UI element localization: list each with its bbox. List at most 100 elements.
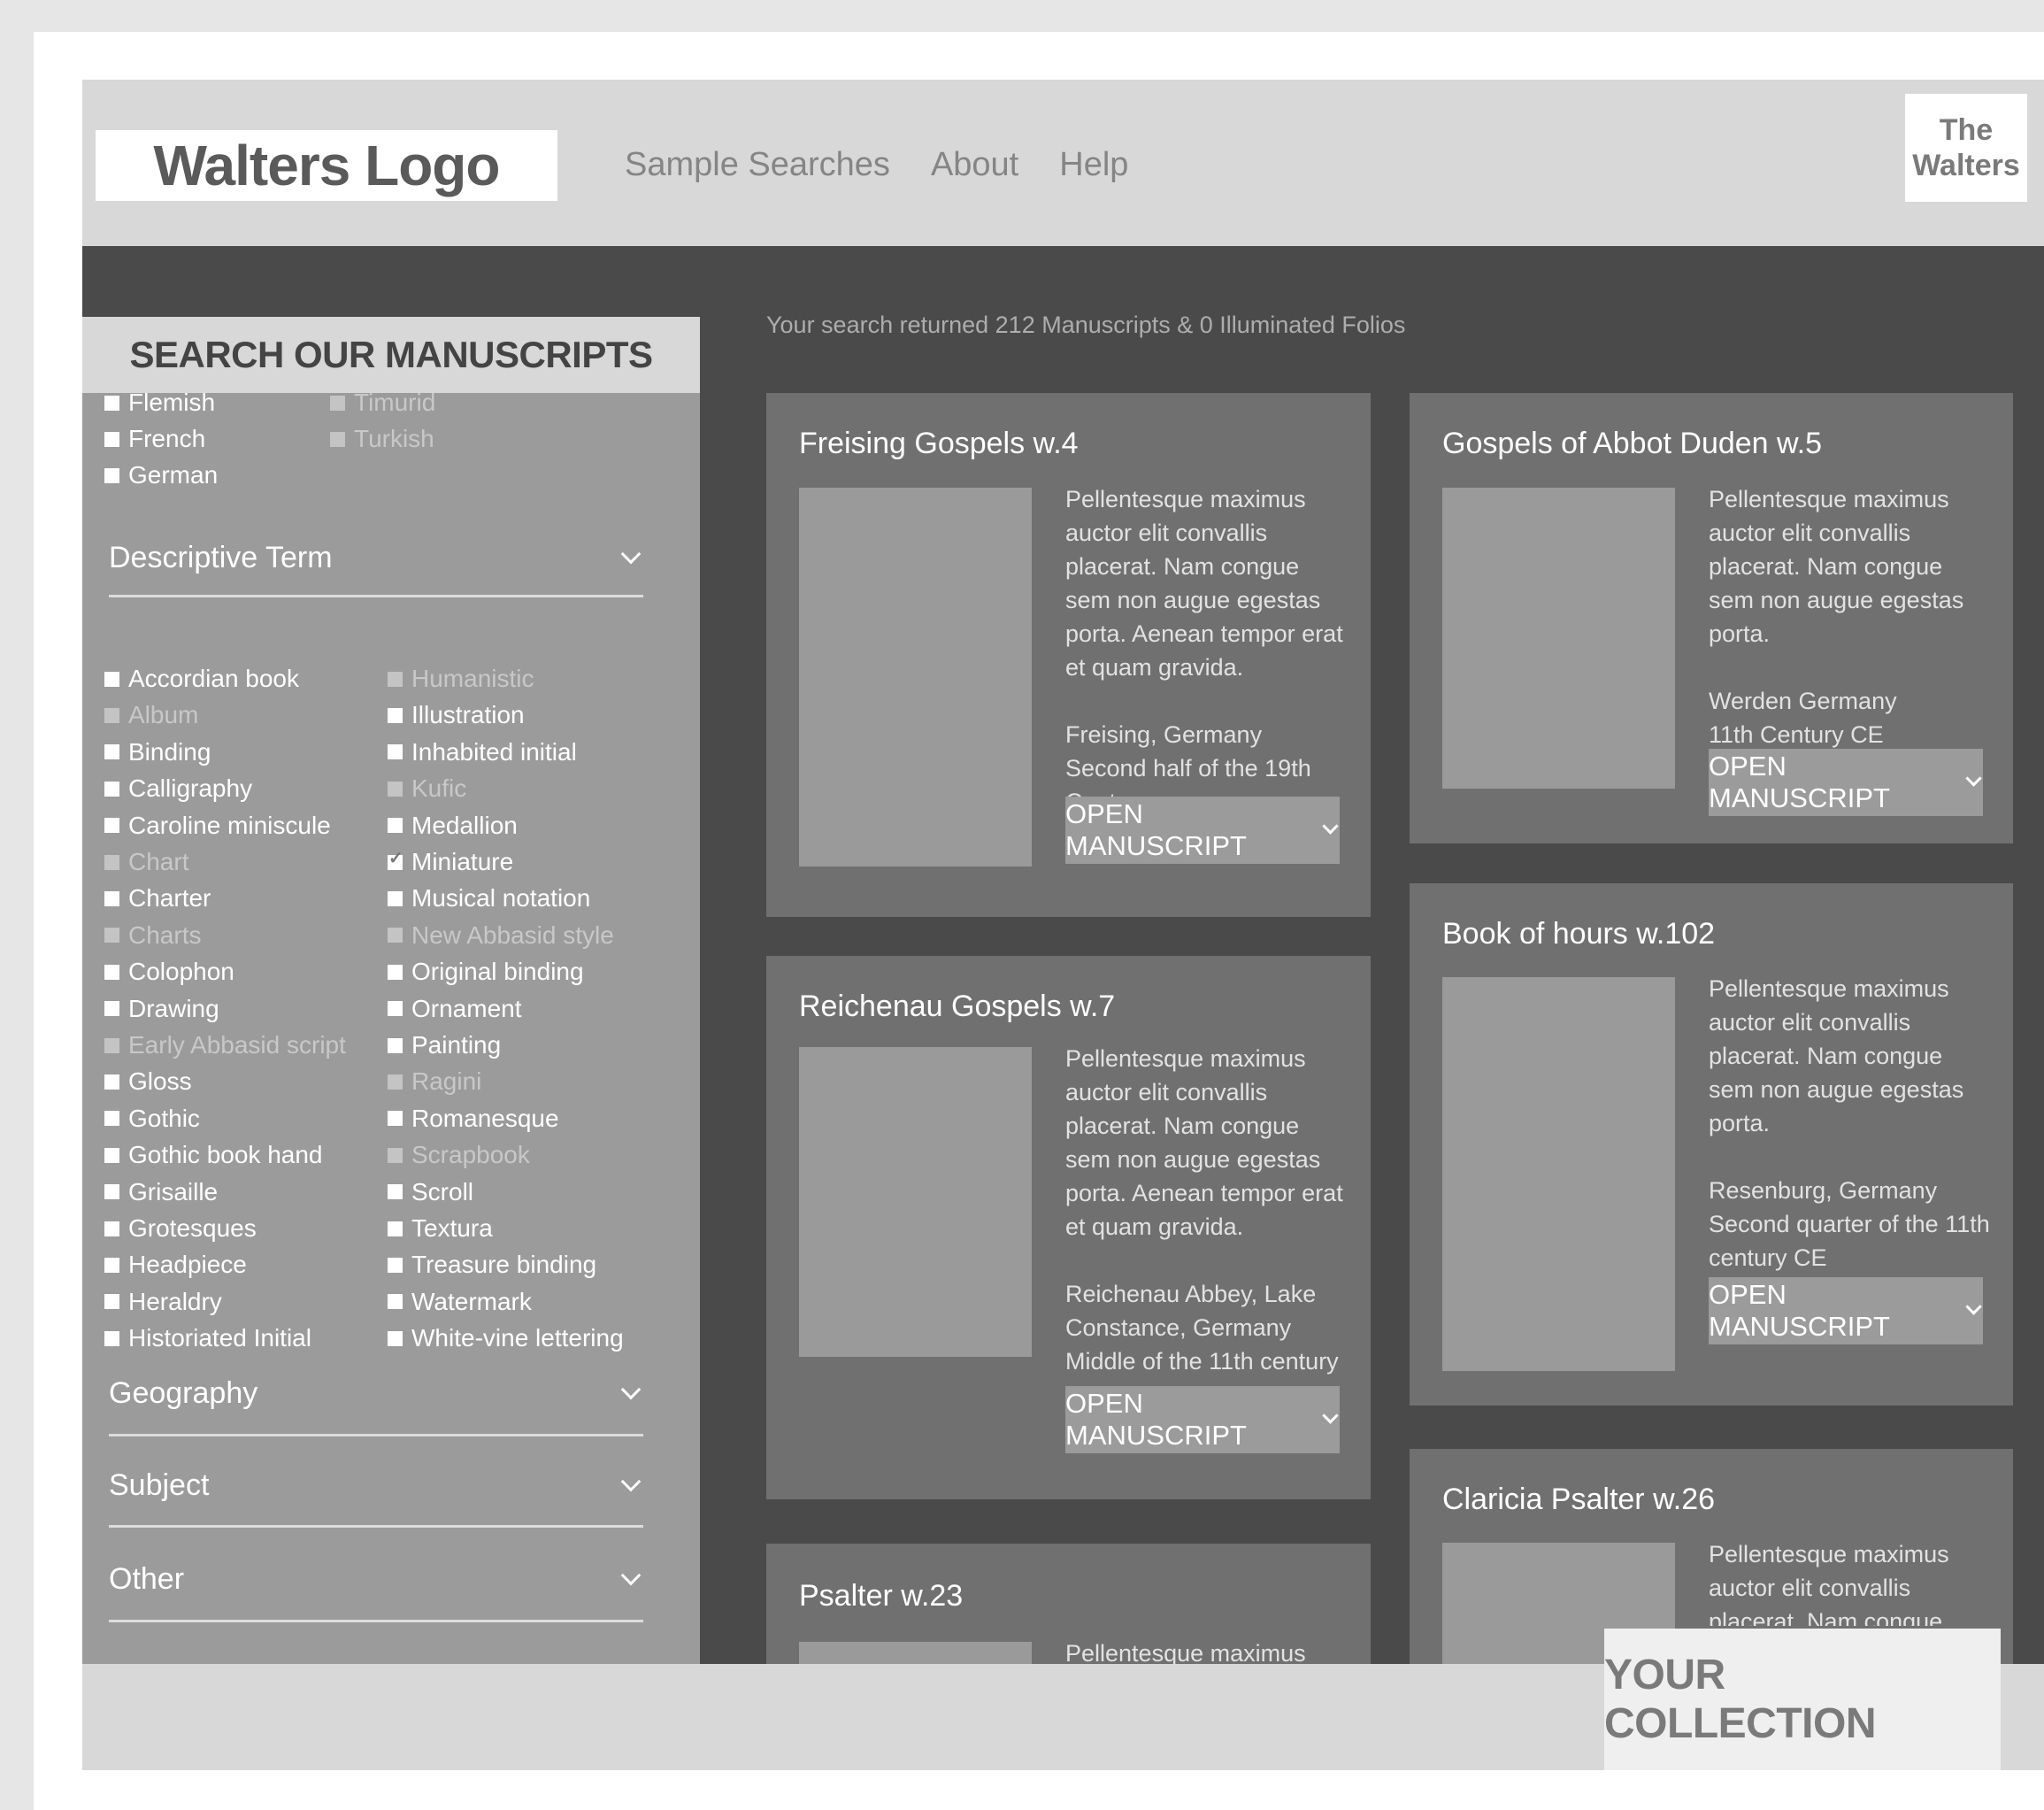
- filter-checkbox[interactable]: Historiated Initial: [104, 1324, 311, 1352]
- checkbox-icon[interactable]: [104, 1037, 119, 1053]
- checkbox-icon[interactable]: [388, 1001, 403, 1017]
- filter-checkbox[interactable]: Charter: [104, 884, 211, 913]
- filter-checkbox[interactable]: Gothic book hand: [104, 1141, 323, 1169]
- card-title[interactable]: Book of hours w.102: [1442, 917, 1715, 951]
- nav-help[interactable]: Help: [1059, 146, 1128, 184]
- checkbox-icon[interactable]: [388, 928, 403, 944]
- card-title[interactable]: Gospels of Abbot Duden w.5: [1442, 427, 1822, 461]
- filter-checkbox[interactable]: Gothic: [104, 1105, 200, 1133]
- checkbox-icon[interactable]: [388, 744, 403, 760]
- filter-checkbox[interactable]: Chart: [104, 848, 188, 876]
- checkbox-icon[interactable]: [104, 431, 119, 447]
- filter-checkbox[interactable]: Scroll: [388, 1178, 473, 1206]
- filter-checkbox[interactable]: Miniature: [388, 847, 513, 876]
- checkbox-icon[interactable]: [104, 890, 119, 906]
- checkbox-icon[interactable]: [104, 744, 119, 760]
- filter-checkbox[interactable]: Grisaille: [104, 1178, 218, 1206]
- checkbox-icon[interactable]: [104, 1257, 119, 1273]
- checkbox-icon[interactable]: [330, 431, 345, 447]
- filter-checkbox[interactable]: Album: [104, 701, 198, 729]
- walters-logo[interactable]: Walters Logo: [96, 130, 557, 201]
- checkbox-icon[interactable]: [104, 1147, 119, 1163]
- checkbox-icon[interactable]: [388, 707, 403, 723]
- filter-checkbox[interactable]: Illustration: [388, 701, 525, 729]
- filter-checkbox[interactable]: Binding: [104, 738, 211, 766]
- checkbox-icon[interactable]: [104, 1074, 119, 1090]
- manuscript-thumbnail[interactable]: [799, 488, 1032, 866]
- checkbox-icon[interactable]: [388, 1037, 403, 1053]
- filter-checkbox[interactable]: Ornament: [388, 995, 522, 1023]
- filter-checkbox[interactable]: Kufic: [388, 774, 466, 803]
- your-collection-button[interactable]: YOUR COLLECTION: [1604, 1629, 2001, 1770]
- checkbox-icon[interactable]: [104, 1294, 119, 1310]
- checkbox-icon[interactable]: [388, 1184, 403, 1200]
- checkbox-icon[interactable]: [388, 781, 403, 797]
- checkbox-icon[interactable]: [104, 1111, 119, 1127]
- filter-checkbox[interactable]: Watermark: [388, 1288, 532, 1316]
- facet-subject[interactable]: Subject: [109, 1445, 643, 1528]
- checkbox-icon[interactable]: [104, 1221, 119, 1236]
- checkbox-icon[interactable]: [388, 1147, 403, 1163]
- filter-checkbox[interactable]: New Abbasid style: [388, 921, 614, 950]
- checkbox-icon[interactable]: [388, 1330, 403, 1346]
- filter-checkbox[interactable]: Inhabited initial: [388, 738, 577, 766]
- open-manuscript-button[interactable]: OPEN MANUSCRIPT: [1709, 1277, 1983, 1344]
- checkbox-icon[interactable]: [104, 707, 119, 723]
- filter-checkbox[interactable]: Calligraphy: [104, 774, 252, 803]
- checkbox-icon[interactable]: [388, 1074, 403, 1090]
- filter-checkbox[interactable]: Musical notation: [388, 884, 590, 913]
- filter-checkbox[interactable]: Grotesques: [104, 1214, 257, 1243]
- manuscript-thumbnail[interactable]: [1442, 977, 1675, 1371]
- filter-checkbox[interactable]: Original binding: [388, 958, 584, 986]
- filter-checkbox[interactable]: Accordian book: [104, 665, 299, 693]
- filter-checkbox[interactable]: German: [104, 461, 218, 489]
- filter-checkbox[interactable]: Treasure binding: [388, 1251, 596, 1279]
- filter-checkbox[interactable]: Heraldry: [104, 1288, 222, 1316]
- filter-checkbox[interactable]: Medallion: [388, 812, 518, 840]
- filter-checkbox[interactable]: Humanistic: [388, 665, 534, 693]
- checkbox-icon[interactable]: [104, 1330, 119, 1346]
- filter-checkbox[interactable]: Colophon: [104, 958, 234, 986]
- checkbox-icon[interactable]: [388, 671, 403, 687]
- checkbox-icon[interactable]: [104, 964, 119, 980]
- checkbox-icon[interactable]: [388, 964, 403, 980]
- checkbox-icon[interactable]: [388, 890, 403, 906]
- filter-checkbox[interactable]: Gloss: [104, 1067, 192, 1096]
- filter-checkbox[interactable]: Drawing: [104, 995, 219, 1023]
- filter-checkbox[interactable]: Early Abbasid script: [104, 1031, 346, 1059]
- checkbox-icon[interactable]: [104, 1184, 119, 1200]
- nav-about[interactable]: About: [931, 146, 1018, 184]
- manuscript-thumbnail[interactable]: [1442, 488, 1675, 789]
- open-manuscript-button[interactable]: OPEN MANUSCRIPT: [1065, 1386, 1340, 1453]
- filter-checkbox[interactable]: Caroline miniscule: [104, 812, 331, 840]
- card-title[interactable]: Claricia Psalter w.26: [1442, 1483, 1715, 1517]
- filter-checkbox[interactable]: Headpiece: [104, 1251, 247, 1279]
- card-title[interactable]: Freising Gospels w.4: [799, 427, 1079, 461]
- filter-checkbox[interactable]: Romanesque: [388, 1105, 559, 1133]
- filter-checkbox[interactable]: Textura: [388, 1214, 493, 1243]
- filter-checkbox[interactable]: Ragini: [388, 1067, 481, 1096]
- checkbox-icon[interactable]: [104, 818, 119, 834]
- checkbox-icon[interactable]: [104, 467, 119, 483]
- checkbox-icon[interactable]: [388, 1221, 403, 1236]
- checkbox-icon[interactable]: [104, 1001, 119, 1017]
- checkbox-checked-icon[interactable]: [388, 847, 403, 870]
- checkbox-icon[interactable]: [104, 781, 119, 797]
- the-walters-brand[interactable]: The Walters: [1905, 94, 2027, 202]
- card-title[interactable]: Reichenau Gospels w.7: [799, 990, 1115, 1024]
- checkbox-icon[interactable]: [388, 1257, 403, 1273]
- facet-geography[interactable]: Geography: [109, 1352, 643, 1436]
- checkbox-icon[interactable]: [104, 671, 119, 687]
- card-title[interactable]: Psalter w.23: [799, 1579, 963, 1614]
- filter-checkbox[interactable]: Turkish: [330, 425, 434, 453]
- checkbox-icon[interactable]: [104, 395, 119, 411]
- open-manuscript-button[interactable]: OPEN MANUSCRIPT: [1709, 749, 1983, 816]
- open-manuscript-button[interactable]: OPEN MANUSCRIPT: [1065, 797, 1340, 864]
- checkbox-icon[interactable]: [388, 1294, 403, 1310]
- manuscript-thumbnail[interactable]: [799, 1047, 1032, 1357]
- filter-checkbox[interactable]: Charts: [104, 921, 201, 950]
- nav-sample-searches[interactable]: Sample Searches: [625, 146, 890, 184]
- checkbox-icon[interactable]: [104, 854, 119, 870]
- facet-descriptive-term[interactable]: Descriptive Term: [109, 520, 643, 597]
- checkbox-icon[interactable]: [330, 395, 345, 411]
